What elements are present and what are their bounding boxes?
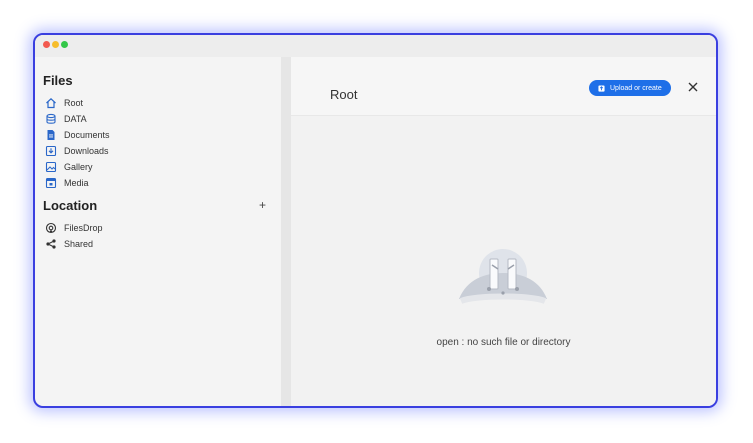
upload-or-create-button[interactable]: Upload or create — [589, 80, 671, 96]
image-icon — [45, 161, 57, 173]
sidebar-item-label: Documents — [64, 130, 110, 140]
sidebar-item-filesdrop[interactable]: FilesDrop — [43, 221, 103, 235]
sidebar-item-data[interactable]: DATA — [43, 112, 87, 126]
sidebar-item-label: Downloads — [64, 146, 109, 156]
sidebar-item-downloads[interactable]: Downloads — [43, 144, 109, 158]
main-panel: Root Upload or create open : no such fil… — [291, 57, 716, 406]
download-icon — [45, 145, 57, 157]
add-location-button[interactable]: + — [259, 199, 266, 211]
empty-state-message: open : no such file or directory — [436, 337, 571, 348]
sidebar-item-root[interactable]: Root — [43, 96, 83, 110]
filesdrop-icon — [45, 222, 57, 234]
close-icon[interactable] — [687, 81, 699, 93]
panel-divider[interactable] — [281, 57, 291, 406]
minimize-window-dot[interactable] — [52, 41, 59, 48]
empty-folder-illustration — [459, 249, 547, 304]
sidebar-item-label: DATA — [64, 114, 87, 124]
files-section-title: Files — [43, 73, 73, 88]
upload-icon — [598, 84, 605, 92]
sidebar-item-label: FilesDrop — [64, 223, 103, 233]
sidebar-item-label: Media — [64, 178, 89, 188]
close-window-dot[interactable] — [43, 41, 50, 48]
sidebar: Files Root DATA Documents Downloads Gall… — [43, 57, 281, 406]
sidebar-item-label: Gallery — [64, 162, 93, 172]
sidebar-item-documents[interactable]: Documents — [43, 128, 110, 142]
main-header: Root Upload or create — [291, 57, 716, 116]
database-icon — [46, 113, 56, 124]
sidebar-item-media[interactable]: Media — [43, 176, 89, 190]
upload-button-label: Upload or create — [610, 84, 662, 92]
share-icon — [46, 239, 56, 249]
media-icon — [45, 177, 57, 189]
location-section-title: Location — [43, 198, 98, 213]
sidebar-item-gallery[interactable]: Gallery — [43, 160, 93, 174]
sidebar-item-shared[interactable]: Shared — [43, 237, 93, 251]
maximize-window-dot[interactable] — [61, 41, 68, 48]
sidebar-item-label: Root — [64, 98, 84, 108]
page-title: Root — [330, 87, 358, 102]
sidebar-item-label: Shared — [64, 239, 94, 249]
app-window: Files Root DATA Documents Downloads Gall… — [33, 33, 718, 408]
document-icon — [47, 130, 55, 140]
home-icon — [46, 97, 56, 109]
title-bar — [35, 35, 716, 57]
